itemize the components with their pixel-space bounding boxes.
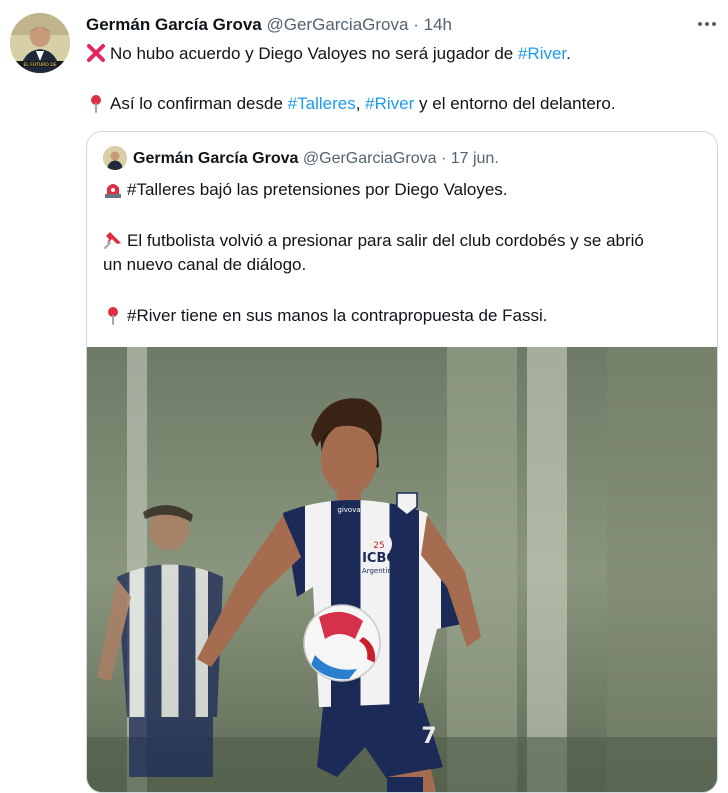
shorts-number: 7: [421, 724, 436, 749]
quoted-date[interactable]: 17 jun.: [451, 150, 499, 167]
hashtag-river[interactable]: #River: [518, 44, 566, 63]
tweet-text-segment: y el entorno del delantero.: [419, 94, 616, 113]
svg-text:25: 25: [373, 541, 384, 551]
tweet-line-1: No hubo acuerdo y Diego Valoyes no será …: [86, 42, 706, 66]
more-horizontal-icon[interactable]: [694, 14, 720, 34]
quoted-paragraph-2-line-2: un nuevo canal de diálogo.: [103, 255, 307, 274]
quoted-tweet[interactable]: Germán García Grova @GerGarciaGrova · 17…: [86, 131, 718, 793]
tweet-text-segment: No hubo acuerdo y Diego Valoyes no será …: [110, 44, 514, 63]
quoted-tweet-header: Germán García Grova @GerGarciaGrova · 17…: [133, 148, 499, 170]
tweet-text: No hubo acuerdo y Diego Valoyes no será …: [86, 42, 706, 116]
quoted-paragraph-2: El futbolista volvió a presionar para sa…: [103, 229, 713, 253]
round-pushpin-icon: [91, 95, 101, 113]
quoted-text-segment: El futbolista volvió a presionar para sa…: [127, 231, 644, 250]
round-pushpin-icon: [108, 307, 118, 325]
hashtag-river[interactable]: #River: [365, 94, 414, 113]
hashtag-talleres[interactable]: #Talleres: [288, 94, 356, 113]
tweet-line-2: Así lo confirman desde #Talleres, #River…: [86, 92, 706, 116]
avatar-caption: EL FUTURO DE: [23, 62, 56, 68]
quoted-paragraph-1: #Talleres bajó las pretensiones por Dieg…: [103, 178, 713, 202]
quoted-author-avatar[interactable]: [103, 146, 127, 170]
rotating-light-icon: [105, 184, 121, 198]
soccer-ball: [303, 604, 381, 682]
tweet-text-segment: .: [566, 44, 571, 63]
quoted-tweet-text: #Talleres bajó las pretensiones por Dieg…: [103, 178, 713, 328]
quoted-handle[interactable]: @GerGarciaGrova: [303, 150, 437, 167]
timestamp[interactable]: 14h: [424, 15, 452, 34]
author-avatar[interactable]: EL FUTURO DE: [10, 13, 70, 73]
quoted-display-name[interactable]: Germán García Grova: [133, 150, 298, 167]
pushpin-icon: [104, 232, 121, 249]
handle[interactable]: @GerGarciaGrova: [267, 15, 409, 34]
quoted-paragraph-3: #River tiene en sus manos la contrapropu…: [103, 304, 713, 328]
sponsor-text: ICBC: [362, 551, 396, 566]
tweet-text-segment: ,: [355, 94, 361, 113]
separator: ·: [440, 150, 447, 167]
separator: ·: [413, 15, 419, 34]
quoted-text-segment: #Talleres bajó las pretensiones por Dieg…: [127, 180, 508, 199]
quoted-tweet-photo[interactable]: 25 ICBC Argentina givova 7: [87, 347, 717, 792]
cross-mark-icon: [87, 44, 105, 62]
display-name[interactable]: Germán García Grova: [86, 15, 262, 34]
kit-brand: givova: [337, 506, 360, 514]
tweet-text-segment: Así lo confirman desde: [110, 94, 283, 113]
sponsor-subtext: Argentina: [362, 567, 396, 575]
tweet-header: Germán García Grova @GerGarciaGrova · 14…: [86, 14, 452, 36]
quoted-text-segment: #River tiene en sus manos la contrapropu…: [127, 306, 548, 325]
tweet[interactable]: EL FUTURO DE Germán García Grova @GerGar…: [0, 0, 728, 793]
